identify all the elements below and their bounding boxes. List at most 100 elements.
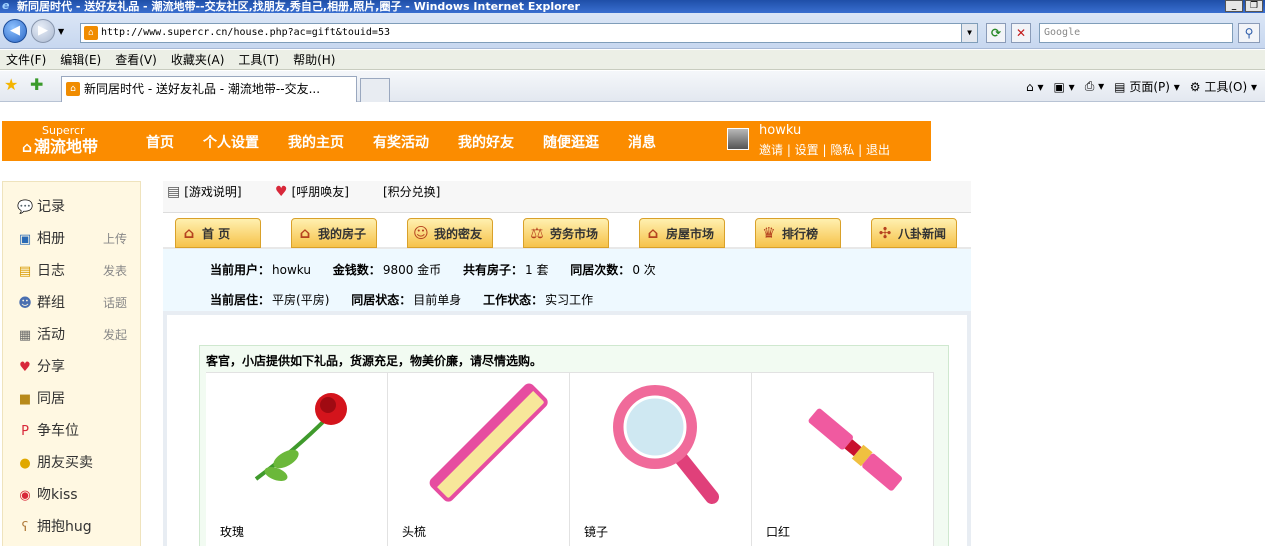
home-icon[interactable]: ⌂ ▾: [1026, 80, 1043, 94]
window-controls: _ ❐: [1225, 0, 1263, 12]
menu-file[interactable]: 文件(F): [6, 51, 46, 68]
url-input[interactable]: ⌂ http://www.supercr.cn/house.php?ac=gif…: [80, 23, 978, 43]
invite-friends-link[interactable]: ♥ [呼朋唤友]: [275, 183, 349, 200]
stop-button[interactable]: ✕: [1011, 23, 1031, 43]
tab-house-market[interactable]: ⌂ 房屋市场: [639, 218, 725, 248]
forward-button[interactable]: ▶: [31, 19, 55, 43]
game-help-link[interactable]: ▤ [游戏说明]: [167, 183, 242, 200]
comb-icon: [429, 383, 548, 502]
sidebar-item-kiss[interactable]: ◉ 吻kiss: [17, 484, 137, 504]
current-user: howku: [272, 263, 311, 277]
gift-item-mirror[interactable]: 镜子: [570, 372, 752, 546]
group-icon: ☻: [18, 296, 32, 311]
menu-bar: 文件(F) 编辑(E) 查看(V) 收藏夹(A) 工具(T) 帮助(H): [0, 50, 1265, 70]
gift-item-rose[interactable]: 玫瑰: [206, 372, 388, 546]
heart-icon: ♥: [275, 184, 288, 200]
tab-labor-market[interactable]: ⚖ 劳务市场: [523, 218, 609, 248]
home-icon: ⌂: [22, 140, 33, 156]
restore-button[interactable]: ❐: [1245, 0, 1263, 12]
bear-icon: ʕ: [21, 520, 29, 535]
gift-name: 玫瑰: [220, 525, 245, 539]
web-page: Supercr ⌂ 潮流地带 首页 个人设置 我的主页 有奖活动 我的好友 随便逛…: [0, 103, 1265, 546]
refresh-button[interactable]: ⟳: [986, 23, 1006, 43]
command-bar: ★ ✚ ⌂ 新同居时代 - 送好友礼品 - 潮流地带--交友... ⌂ ▾ ▣ …: [0, 71, 1265, 102]
menu-edit[interactable]: 编辑(E): [60, 51, 101, 68]
browser-window: e 新同居时代 - 送好友礼品 - 潮流地带--交友社区,找朋友,秀自己,相册,照…: [0, 0, 1265, 546]
gift-list: 玫瑰 头梳 镜子 口红: [206, 372, 934, 546]
points-exchange-link[interactable]: [积分兑换]: [383, 183, 440, 200]
gift-name: 头梳: [402, 525, 427, 539]
menu-tools[interactable]: 工具(T): [238, 51, 279, 68]
user-links[interactable]: 邀请 | 设置 | 隐私 | 退出: [759, 141, 890, 158]
page-menu-button[interactable]: ▤ 页面(P) ▾: [1114, 78, 1180, 95]
tab-game-home[interactable]: ⌂ 首 页: [175, 218, 261, 248]
menu-view[interactable]: 查看(V): [115, 51, 157, 68]
add-favorite-icon[interactable]: ✚: [30, 77, 43, 93]
tab-my-house[interactable]: ⌂ 我的房子: [291, 218, 377, 248]
sidebar-item-hug[interactable]: ʕ 拥抱hug: [17, 516, 137, 536]
rose-icon: [254, 393, 347, 481]
site-logo[interactable]: Supercr ⌂ 潮流地带: [22, 124, 98, 158]
tab-leaderboard[interactable]: ♛ 排行榜: [755, 218, 841, 248]
favorites-star-icon[interactable]: ★: [4, 77, 18, 93]
gift-name: 镜子: [584, 525, 609, 539]
tools-menu-button[interactable]: ⚙ 工具(O) ▾: [1190, 78, 1257, 95]
url-dropdown-icon[interactable]: ▼: [961, 24, 977, 42]
work-status: 实习工作: [545, 293, 594, 307]
house-icon: ⌂: [299, 224, 311, 242]
money-value: 9800 金币: [382, 263, 442, 277]
house-icon: ⌂: [183, 224, 195, 242]
sidebar-item-album[interactable]: ▣ 相册 上传: [17, 228, 137, 248]
url-text: http://www.supercr.cn/house.php?ac=gift&…: [101, 27, 390, 38]
nav-browse[interactable]: 随便逛逛: [543, 132, 599, 152]
residence-value: 平房(平房): [272, 293, 330, 307]
site-header: Supercr ⌂ 潮流地带 首页 个人设置 我的主页 有奖活动 我的好友 随便逛…: [2, 121, 931, 161]
avatar[interactable]: [727, 128, 749, 150]
gift-item-comb[interactable]: 头梳: [388, 372, 570, 546]
houses-value: 1 套: [525, 263, 549, 277]
gift-shop: 客官，小店提供如下礼品，货源充足，物美价廉，请尽情选购。 玫瑰 头梳 镜子 口红: [199, 345, 949, 546]
nav-friends[interactable]: 我的好友: [458, 132, 514, 152]
sidebar-item-record[interactable]: 💬 记录: [17, 196, 137, 216]
gift-item-lipstick[interactable]: 口红: [752, 372, 934, 546]
site-nav: 首页 个人设置 我的主页 有奖活动 我的好友 随便逛逛 消息: [146, 132, 685, 152]
sidebar: 💬 记录 ▣ 相册 上传 ▤ 日志 发表 ☻ 群组 话题 ▦ 活动 发起 ♥ 分享 ■ 同居 P 争车位…: [2, 181, 141, 546]
search-button[interactable]: ⚲: [1238, 23, 1260, 43]
pinwheel-icon: ✣: [878, 224, 892, 242]
command-buttons: ⌂ ▾ ▣ ▾ ⎙ ▾ ▤ 页面(P) ▾ ⚙ 工具(O) ▾: [1026, 78, 1257, 95]
minimize-button[interactable]: _: [1225, 0, 1243, 12]
history-dropdown-icon[interactable]: ▼: [58, 27, 64, 36]
username[interactable]: howku: [759, 123, 801, 138]
menu-help[interactable]: 帮助(H): [293, 51, 335, 68]
print-icon[interactable]: ⎙ ▾: [1085, 79, 1104, 94]
browser-tab-active[interactable]: ⌂ 新同居时代 - 送好友礼品 - 潮流地带--交友...: [61, 76, 357, 102]
new-tab-button[interactable]: [360, 78, 390, 102]
search-input[interactable]: Google: [1039, 23, 1233, 43]
sidebar-item-blog[interactable]: ▤ 日志 发表: [17, 260, 137, 280]
sidebar-item-events[interactable]: ▦ 活动 发起: [17, 324, 137, 344]
trophy-icon: ♛: [762, 224, 776, 242]
nav-activities[interactable]: 有奖活动: [373, 132, 429, 152]
parking-icon: P: [21, 424, 29, 439]
feeds-icon[interactable]: ▣ ▾: [1054, 80, 1075, 94]
sidebar-item-parking[interactable]: P 争车位: [17, 420, 137, 440]
sidebar-item-groups[interactable]: ☻ 群组 话题: [17, 292, 137, 312]
speech-bubble-icon: 💬: [17, 200, 34, 215]
back-button[interactable]: ◀: [3, 19, 27, 43]
tab-my-close-friends[interactable]: ☺ 我的密友: [407, 218, 493, 248]
tab-title: 新同居时代 - 送好友礼品 - 潮流地带--交友...: [84, 82, 321, 96]
sidebar-item-cohabit[interactable]: ■ 同居: [17, 388, 137, 408]
nav-settings[interactable]: 个人设置: [203, 132, 259, 152]
sidebar-item-friend-trade[interactable]: ● 朋友买卖: [17, 452, 137, 472]
cohabit-status: 目前单身: [413, 293, 462, 307]
notebook-icon: ▤: [18, 264, 32, 279]
tab-gossip-news[interactable]: ✣ 八卦新闻: [871, 218, 957, 248]
nav-messages[interactable]: 消息: [628, 132, 656, 152]
scale-icon: ⚖: [530, 224, 544, 242]
game-tabs: ⌂ 首 页 ⌂ 我的房子 ☺ 我的密友 ⚖ 劳务市场 ⌂ 房屋市场 ♛ 排行榜 ✣ 八卦新闻: [163, 215, 971, 249]
nav-home[interactable]: 首页: [146, 132, 174, 152]
nav-my-page[interactable]: 我的主页: [288, 132, 344, 152]
friends-icon: ☺: [413, 224, 429, 242]
sidebar-item-share[interactable]: ♥ 分享: [17, 356, 137, 376]
menu-favorites[interactable]: 收藏夹(A): [171, 51, 225, 68]
